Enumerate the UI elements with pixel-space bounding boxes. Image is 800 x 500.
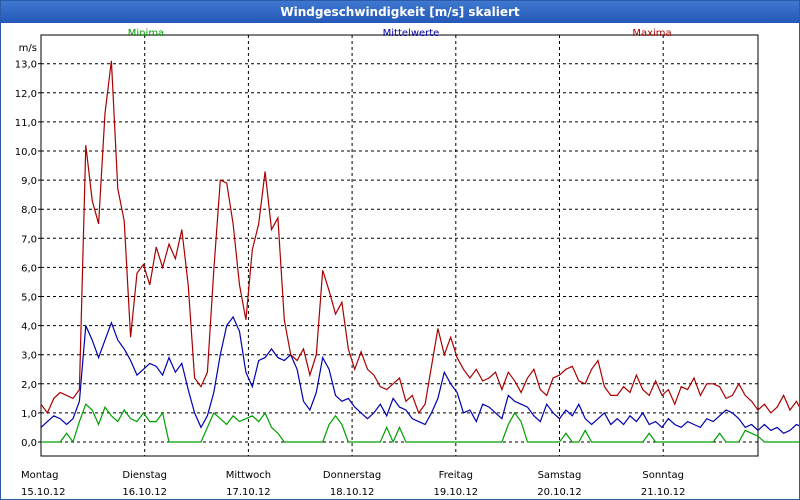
x-date-label: 17.10.12 bbox=[226, 487, 271, 498]
legend-maxima: Maxima bbox=[632, 28, 671, 39]
x-day-label: Freitag bbox=[439, 470, 473, 481]
y-axis-label: m/s bbox=[19, 43, 37, 54]
y-tick-label: 5,0 bbox=[21, 293, 37, 304]
y-tick-label: 11,0 bbox=[15, 118, 37, 129]
y-tick-label: 4,0 bbox=[21, 322, 37, 333]
x-date-label: 21.10.12 bbox=[641, 487, 686, 498]
x-date-label: 19.10.12 bbox=[434, 487, 479, 498]
y-tick-label: 9,0 bbox=[21, 176, 37, 187]
y-tick-label: 3,0 bbox=[21, 351, 37, 362]
x-date-label: 15.10.12 bbox=[21, 487, 66, 498]
x-day-label: Donnerstag bbox=[323, 470, 381, 481]
y-tick-label: 2,0 bbox=[21, 380, 37, 391]
y-tick-label: 13,0 bbox=[15, 60, 37, 71]
wind-speed-chart: 0,0 1,0 2,0 3,0 4,0 5,0 6,0 7,0 8,0 9,0 10,0 11,0 12… bbox=[15, 28, 799, 498]
x-day-label: Mittwoch bbox=[226, 470, 271, 481]
y-tick-label: 1,0 bbox=[21, 409, 37, 420]
legend-minima: Minima bbox=[128, 28, 164, 39]
y-tick-label: 7,0 bbox=[21, 234, 37, 245]
y-tick-label: 8,0 bbox=[21, 205, 37, 216]
x-date-label: 18.10.12 bbox=[330, 487, 375, 498]
x-date-label: 20.10.12 bbox=[537, 487, 582, 498]
y-tick-label: 0,0 bbox=[21, 438, 37, 449]
x-date-label: 16.10.12 bbox=[122, 487, 167, 498]
y-tick-label: 6,0 bbox=[21, 263, 37, 274]
x-day-label: Montag bbox=[21, 470, 58, 481]
x-day-label: Samstag bbox=[538, 470, 582, 481]
chart-window: Windgeschwindigkeit [m/s] skaliert 0,0 1,… bbox=[0, 0, 800, 500]
y-tick-label: 10,0 bbox=[15, 147, 37, 158]
y-tick-label: 12,0 bbox=[15, 89, 37, 100]
legend-mittelwerte: Mittelwerte bbox=[383, 28, 440, 39]
x-day-label: Sonntag bbox=[642, 470, 684, 481]
x-day-label: Dienstag bbox=[122, 470, 167, 481]
